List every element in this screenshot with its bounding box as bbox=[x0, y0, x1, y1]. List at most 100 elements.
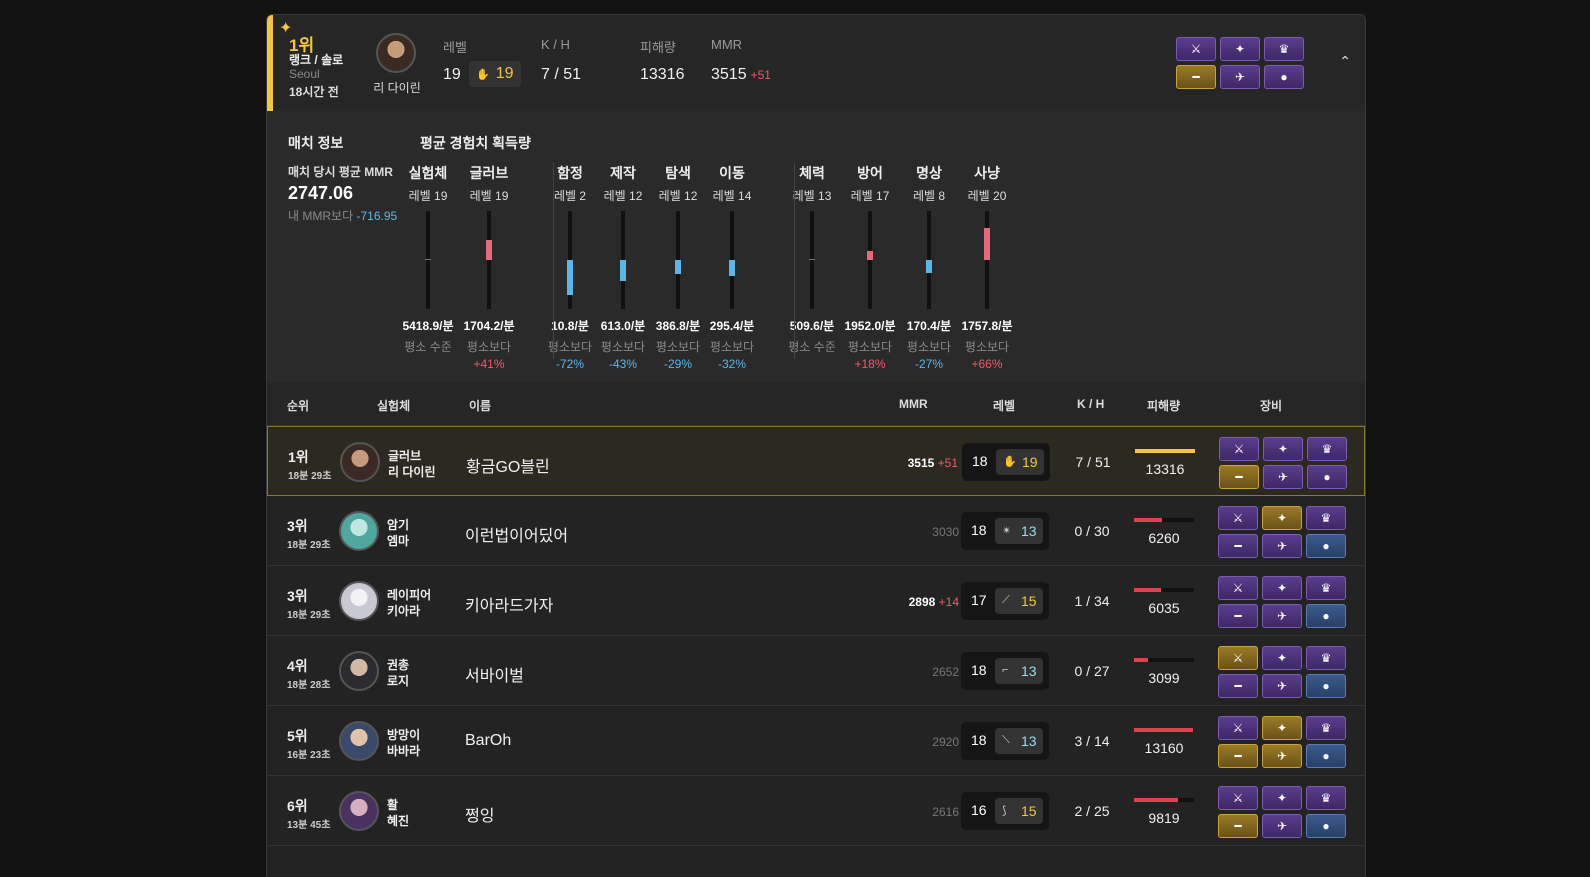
xp-stat-level: 레벨 14 bbox=[712, 189, 752, 203]
chest-item-icon[interactable]: ✦ bbox=[1262, 506, 1302, 530]
table-row[interactable]: 4위 18분 28초 권총 로지 서바이벌 2652 18 ⌐ 13 0 / 27 3099 ⚔ ✦ ♛ ━… bbox=[267, 636, 1365, 706]
summary-kh: 7 / 51 bbox=[541, 66, 582, 83]
row-weapon-type: 레이피어 bbox=[387, 588, 432, 602]
leg-item-icon[interactable]: ✈ bbox=[1262, 744, 1302, 768]
avatar[interactable] bbox=[339, 791, 379, 831]
leg-item-icon[interactable]: ✈ bbox=[1262, 534, 1302, 558]
xp-stat-bar-fill bbox=[425, 259, 431, 260]
arm-item-icon[interactable]: ━ bbox=[1218, 814, 1258, 838]
weapon-item-icon[interactable]: ⚔ bbox=[1218, 576, 1258, 600]
glove-icon: ✋ bbox=[476, 68, 490, 81]
xp-stat-rate: 5418.9/분 bbox=[402, 319, 454, 333]
weapon-item-icon[interactable]: ⚔ bbox=[1218, 716, 1258, 740]
xp-stat-name: 사냥 bbox=[974, 165, 1000, 181]
row-mmr: 3515 +51 bbox=[908, 456, 958, 470]
col-level: 레벨 bbox=[993, 399, 1016, 413]
weapon-item-icon[interactable]: ⚔ bbox=[1176, 37, 1216, 61]
row-weapon-level: 15 bbox=[1021, 593, 1037, 609]
summary-region: Seoul bbox=[289, 67, 320, 81]
weapon-item-icon[interactable]: ⚔ bbox=[1218, 786, 1258, 810]
chest-item-icon[interactable]: ✦ bbox=[1220, 37, 1260, 61]
player-name-link[interactable]: 서바이벌 bbox=[465, 662, 524, 686]
table-row[interactable]: 6위 13분 45초 활 혜진 쩡잉 2616 16 ⟆ 15 2 / 25 9819 ⚔ ✦ ♛ ━ ✈ ● bbox=[267, 776, 1365, 846]
xp-stat-rate: 295.4/분 bbox=[709, 319, 755, 333]
player-name-link[interactable]: 쩡잉 bbox=[465, 802, 494, 826]
col-gear: 장비 bbox=[1260, 399, 1283, 413]
shuriken-icon: ✴ bbox=[1002, 525, 1012, 537]
xp-stat-compare: 평소보다 bbox=[466, 340, 512, 354]
chest-item-icon[interactable]: ✦ bbox=[1262, 716, 1302, 740]
arm-item-icon[interactable]: ━ bbox=[1219, 465, 1259, 489]
helmet-item-icon[interactable]: ♛ bbox=[1306, 716, 1346, 740]
xp-stat-bar-fill bbox=[984, 228, 990, 260]
accessory-item-icon[interactable]: ● bbox=[1306, 604, 1346, 628]
xp-stat-level: 레벨 19 bbox=[408, 189, 448, 203]
arm-item-icon[interactable]: ━ bbox=[1218, 534, 1258, 558]
player-name-link[interactable]: 황금GO블린 bbox=[466, 453, 550, 477]
avatar[interactable] bbox=[339, 511, 379, 551]
xp-stat-level: 레벨 20 bbox=[967, 189, 1007, 203]
accessory-item-icon[interactable]: ● bbox=[1306, 814, 1346, 838]
player-name-link[interactable]: 이런법이어딨어 bbox=[465, 522, 568, 546]
arm-item-icon[interactable]: ━ bbox=[1218, 604, 1258, 628]
row-gear: ⚔ ✦ ♛ ━ ✈ ● bbox=[1218, 576, 1346, 628]
xp-stat-name: 이동 bbox=[719, 165, 745, 181]
row-damage: 6035 bbox=[1148, 600, 1180, 616]
chest-item-icon[interactable]: ✦ bbox=[1262, 576, 1302, 600]
chest-item-icon[interactable]: ✦ bbox=[1262, 786, 1302, 810]
row-gear: ⚔ ✦ ♛ ━ ✈ ● bbox=[1218, 646, 1346, 698]
avatar[interactable] bbox=[340, 442, 380, 482]
leg-item-icon[interactable]: ✈ bbox=[1262, 814, 1302, 838]
xp-stat-bar-fill bbox=[620, 260, 626, 281]
leg-item-icon[interactable]: ✈ bbox=[1262, 604, 1302, 628]
helmet-item-icon[interactable]: ♛ bbox=[1306, 646, 1346, 670]
chest-item-icon[interactable]: ✦ bbox=[1263, 437, 1303, 461]
row-level-box: 16 ⟆ 15 bbox=[961, 792, 1049, 830]
chest-item-icon[interactable]: ✦ bbox=[1262, 646, 1302, 670]
avatar[interactable] bbox=[339, 581, 379, 621]
accessory-item-icon[interactable]: ● bbox=[1306, 534, 1346, 558]
helmet-item-icon[interactable]: ♛ bbox=[1306, 576, 1346, 600]
row-rank: 6위 bbox=[287, 798, 308, 814]
table-row[interactable]: 3위 18분 29초 레이피어 키아라 키아라드가자 2898 +14 17 ⟋ 15 1 / 3… bbox=[267, 566, 1365, 636]
col-character: 실험체 bbox=[377, 399, 411, 413]
accessory-item-icon[interactable]: ● bbox=[1306, 744, 1346, 768]
chevron-up-icon[interactable]: ⌃ bbox=[1339, 53, 1351, 70]
weapon-item-icon[interactable]: ⚔ bbox=[1219, 437, 1259, 461]
table-row[interactable]: 5위 16분 23초 방망이 바바라 BarOh 2920 18 ⟍ 13 3 / 14 13160… bbox=[267, 706, 1365, 776]
table-row[interactable]: 1위 18분 29초 글러브 리 다이린 황금GO블린 3515 +51 18 ✋ 19 7 / … bbox=[267, 426, 1365, 496]
leg-item-icon[interactable]: ✈ bbox=[1262, 674, 1302, 698]
match-panel: ✦ 1위 랭크 / 솔로 Seoul 18시간 전 리 다이린 레벨 19 ✋ … bbox=[266, 14, 1366, 877]
avatar[interactable] bbox=[339, 651, 379, 691]
row-mmr: 2616 bbox=[932, 805, 959, 819]
row-damage: 6260 bbox=[1148, 530, 1180, 546]
xp-stat-bar bbox=[620, 211, 626, 309]
player-name-link[interactable]: 키아라드가자 bbox=[465, 592, 553, 616]
weapon-item-icon[interactable]: ⚔ bbox=[1218, 506, 1258, 530]
accessory-item-icon[interactable]: ● bbox=[1264, 65, 1304, 89]
helmet-item-icon[interactable]: ♛ bbox=[1307, 437, 1347, 461]
player-name-link[interactable]: BarOh bbox=[465, 732, 511, 750]
row-time: 13분 45초 bbox=[287, 820, 331, 831]
arm-item-icon[interactable]: ━ bbox=[1218, 744, 1258, 768]
leg-item-icon[interactable]: ✈ bbox=[1263, 465, 1303, 489]
table-row[interactable]: 3위 18분 29초 암기 엠마 이런법이어딨어 3030 18 ✴ 13 0 / 30 6260 ⚔… bbox=[267, 496, 1365, 566]
row-kh: 2 / 25 bbox=[1074, 803, 1110, 819]
summary-mmr: 3515 +51 bbox=[711, 66, 771, 84]
helmet-item-icon[interactable]: ♛ bbox=[1264, 37, 1304, 61]
summary-weapon-level: 19 bbox=[495, 65, 514, 82]
weapon-item-icon[interactable]: ⚔ bbox=[1218, 646, 1258, 670]
arm-item-icon[interactable]: ━ bbox=[1218, 674, 1258, 698]
leg-item-icon[interactable]: ✈ bbox=[1220, 65, 1260, 89]
helmet-item-icon[interactable]: ♛ bbox=[1306, 506, 1346, 530]
summary-mmr-value: 3515 bbox=[711, 66, 747, 83]
damage-label: 피해량 bbox=[640, 40, 676, 55]
arm-item-icon[interactable]: ━ bbox=[1176, 65, 1216, 89]
accessory-item-icon[interactable]: ● bbox=[1307, 465, 1347, 489]
match-summary[interactable]: ✦ 1위 랭크 / 솔로 Seoul 18시간 전 리 다이린 레벨 19 ✋ … bbox=[267, 15, 1365, 111]
avatar[interactable] bbox=[339, 721, 379, 761]
helmet-item-icon[interactable]: ♛ bbox=[1306, 786, 1346, 810]
row-rank: 1위 bbox=[288, 449, 309, 465]
accessory-item-icon[interactable]: ● bbox=[1306, 674, 1346, 698]
row-weapon-badge: ✋ 19 bbox=[996, 449, 1044, 475]
